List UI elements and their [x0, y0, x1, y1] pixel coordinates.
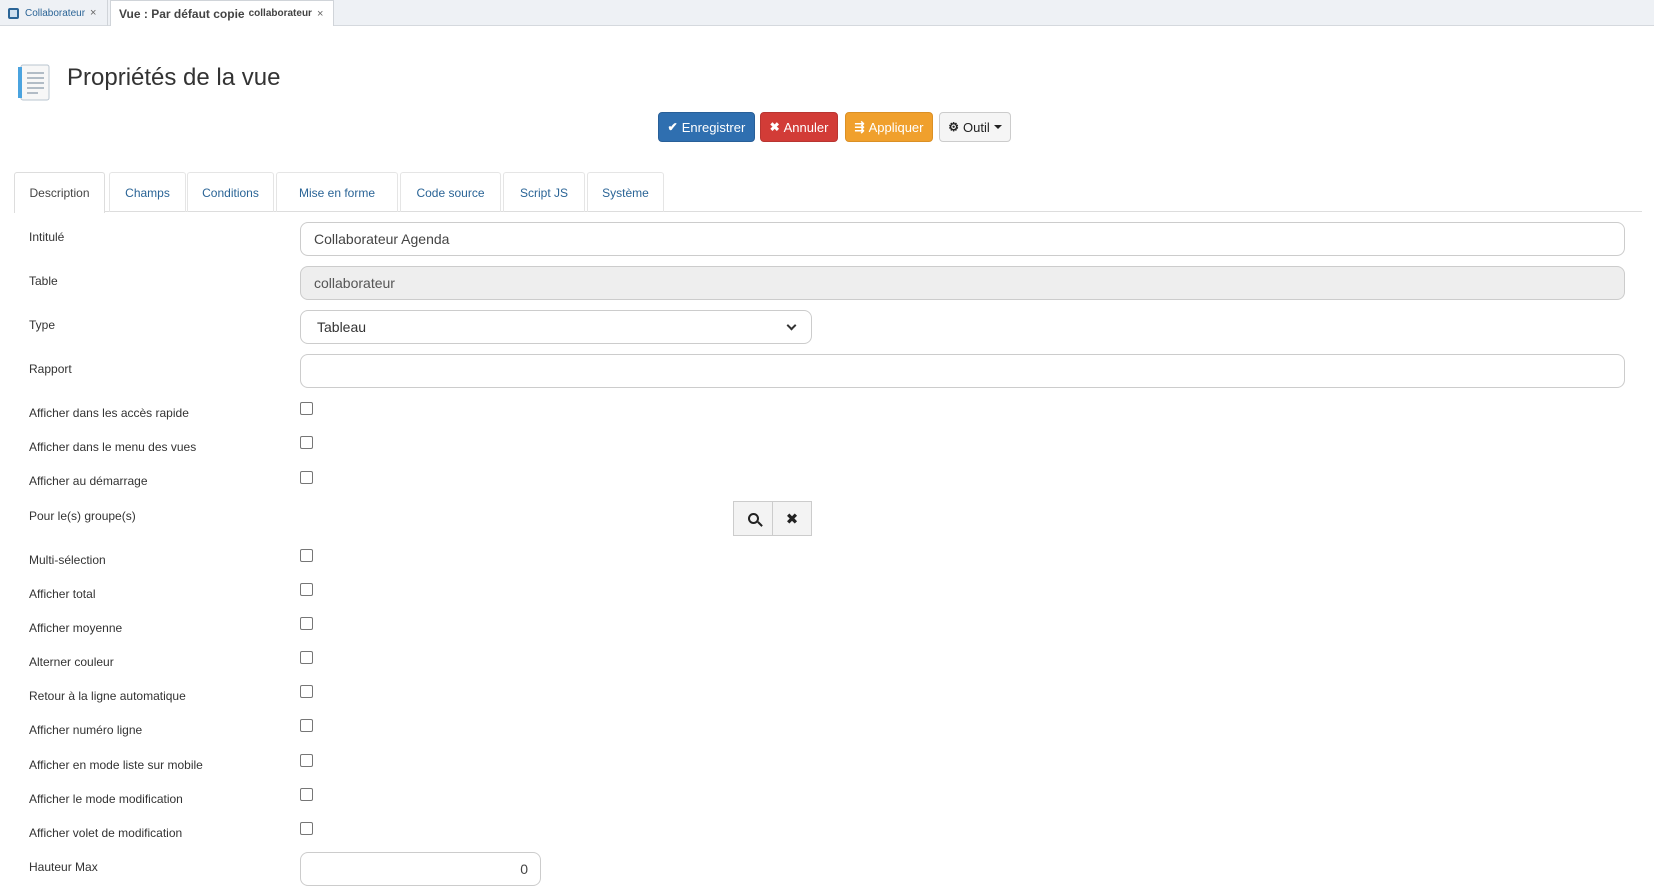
close-icon[interactable]: × [317, 8, 323, 20]
volet-modification-checkbox[interactable] [300, 822, 313, 835]
afficher-total-label: Afficher total [29, 587, 96, 601]
afficher-moyenne-checkbox[interactable] [300, 617, 313, 630]
rapport-label: Rapport [29, 362, 72, 376]
groupes-buttons: ✖ [733, 501, 812, 536]
window-tab-vue[interactable]: Vue : Par défaut copie collaborateur × [110, 0, 334, 26]
cancel-button[interactable]: ✖ Annuler [760, 112, 838, 142]
intitule-label: Intitulé [29, 230, 65, 244]
tab-systeme[interactable]: Système [587, 172, 664, 212]
tab-code-source[interactable]: Code source [400, 172, 501, 212]
apply-icon: ⇶ [854, 120, 865, 134]
demarrage-label: Afficher au démarrage [29, 474, 148, 488]
close-icon: ✖ [785, 510, 799, 528]
afficher-moyenne-label: Afficher moyenne [29, 621, 123, 635]
window-tab-sublabel: collaborateur [248, 8, 312, 19]
gear-icon: ⚙ [948, 120, 960, 134]
afficher-total-checkbox[interactable] [300, 583, 313, 596]
tab-script-js[interactable]: Script JS [503, 172, 585, 212]
mode-liste-mobile-label: Afficher en mode liste sur mobile [29, 758, 203, 772]
tab-conditions[interactable]: Conditions [187, 172, 274, 212]
menu-vues-label: Afficher dans le menu des vues [29, 440, 197, 454]
window-tab-strip: Collaborateur × Vue : Par défaut copie c… [0, 0, 1654, 26]
table-input: collaborateur [300, 266, 1625, 300]
save-button[interactable]: ✔ Enregistrer [658, 112, 755, 142]
hauteur-max-input[interactable]: 0 [300, 852, 541, 886]
search-icon [747, 513, 759, 524]
numero-ligne-label: Afficher numéro ligne [29, 723, 143, 737]
mode-modification-checkbox[interactable] [300, 788, 313, 801]
menu-vues-checkbox[interactable] [300, 436, 313, 449]
multi-selection-checkbox[interactable] [300, 549, 313, 562]
chevron-down-icon [786, 320, 797, 330]
close-icon: ✖ [769, 120, 780, 134]
search-button[interactable] [733, 501, 773, 536]
hauteur-max-label: Hauteur Max [29, 860, 98, 874]
volet-modification-label: Afficher volet de modification [29, 826, 183, 840]
tab-mise-en-forme[interactable]: Mise en forme [276, 172, 398, 212]
numero-ligne-checkbox[interactable] [300, 719, 313, 732]
window-tab-collaborateur[interactable]: Collaborateur × [0, 0, 108, 26]
apply-button[interactable]: ⇶ Appliquer [845, 112, 933, 142]
groupes-label: Pour le(s) groupe(s) [29, 509, 136, 523]
acces-rapide-label: Afficher dans les accès rapide [29, 406, 189, 420]
alterner-couleur-label: Alterner couleur [29, 655, 114, 669]
demarrage-checkbox[interactable] [300, 471, 313, 484]
document-icon [18, 64, 50, 101]
clear-button[interactable]: ✖ [773, 501, 812, 536]
multi-selection-label: Multi-sélection [29, 553, 106, 567]
save-label: Enregistrer [681, 119, 746, 135]
check-icon: ✔ [667, 120, 678, 134]
table-label: Table [29, 274, 58, 288]
tab-description[interactable]: Description [14, 172, 105, 213]
mode-liste-mobile-checkbox[interactable] [300, 754, 313, 767]
mode-modification-label: Afficher le mode modification [29, 792, 183, 806]
tool-label: Outil [963, 119, 990, 135]
close-icon[interactable]: × [90, 7, 96, 19]
alterner-couleur-checkbox[interactable] [300, 651, 313, 664]
caret-down-icon [993, 125, 1002, 129]
type-select[interactable]: Tableau [300, 310, 812, 344]
type-select-value: Tableau [317, 319, 367, 335]
window-tab-label: Collaborateur [25, 7, 86, 19]
page-title: Propriétés de la vue [67, 64, 281, 91]
rapport-input[interactable] [300, 354, 1625, 388]
tool-dropdown-button[interactable]: ⚙ Outil [939, 112, 1011, 142]
tab-champs[interactable]: Champs [109, 172, 186, 212]
acces-rapide-checkbox[interactable] [300, 402, 313, 415]
window-icon [8, 7, 19, 19]
type-label: Type [29, 318, 56, 332]
retour-ligne-checkbox[interactable] [300, 685, 313, 698]
section-tabs: Description Champs Conditions Mise en fo… [14, 172, 1642, 213]
retour-ligne-label: Retour à la ligne automatique [29, 689, 186, 703]
apply-label: Appliquer [868, 119, 924, 135]
window-tab-label: Vue : Par défaut copie [119, 6, 245, 21]
cancel-label: Annuler [783, 119, 829, 135]
intitule-input[interactable]: Collaborateur Agenda [300, 222, 1625, 256]
